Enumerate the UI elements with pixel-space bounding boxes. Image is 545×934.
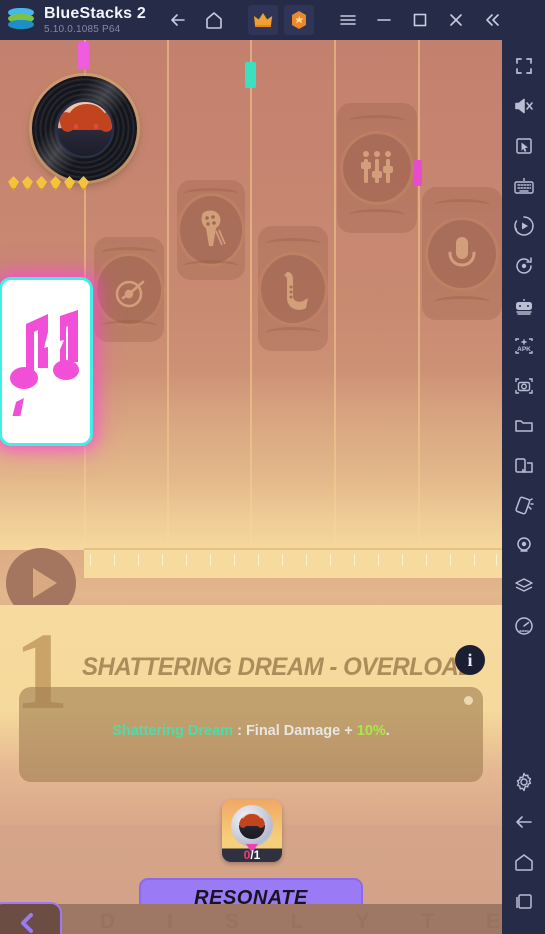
chevron-left-icon — [21, 913, 33, 933]
lane-tile-microphone[interactable] — [422, 187, 502, 320]
drum-icon — [115, 280, 145, 307]
settings-gear-icon[interactable] — [504, 762, 544, 802]
fullscreen-icon[interactable] — [504, 46, 544, 86]
star-gem — [64, 176, 75, 191]
character-portrait — [55, 99, 114, 158]
stage-info-panel: 1 SHATTERING DREAM - OVERLOAD i Shatteri… — [0, 605, 502, 825]
watermark-letter: I — [167, 910, 173, 933]
watermark-letter: S — [224, 910, 239, 933]
buff-name: Shattering Dream — [112, 723, 234, 739]
card-count: 0/1 — [222, 848, 282, 862]
location-icon[interactable] — [504, 526, 544, 566]
performance-meter-icon[interactable] — [504, 606, 544, 646]
character-vinyl-record[interactable] — [22, 66, 147, 191]
music-notes-lightning-icon[interactable] — [2, 280, 90, 443]
gamepad-icon[interactable] — [504, 286, 544, 326]
multi-instance-icon[interactable] — [504, 446, 544, 486]
note-marker-magenta-2 — [414, 160, 422, 186]
close-icon[interactable] — [438, 4, 474, 36]
title-block: BlueStacks 2 5.10.0.1085 P64 — [44, 4, 147, 35]
saxophone-icon — [284, 271, 308, 310]
star-gem — [36, 176, 47, 191]
shake-icon[interactable] — [504, 486, 544, 526]
timeline-ruler[interactable] — [84, 548, 502, 578]
bluestacks-sidebar: APK — [502, 40, 545, 934]
watermark-letter: D — [100, 910, 116, 933]
lane-tile-guitar[interactable] — [177, 180, 245, 280]
info-icon[interactable]: i — [455, 645, 485, 675]
android-home-icon[interactable] — [504, 842, 544, 882]
hamburger-menu-icon[interactable] — [330, 4, 366, 36]
watermark-letter: L — [290, 910, 304, 933]
lane-tile-saxophone[interactable] — [258, 226, 328, 351]
star-gem — [8, 176, 19, 191]
buff-separator: : — [233, 723, 246, 739]
panel-corner-dot — [464, 696, 473, 705]
home-icon[interactable] — [196, 4, 232, 36]
android-recents-icon[interactable] — [504, 882, 544, 922]
rotate-icon[interactable] — [504, 246, 544, 286]
watermark-letter: E — [485, 910, 500, 933]
hexagon-star-icon[interactable] — [284, 5, 315, 35]
watermark-letter: T — [421, 910, 435, 933]
android-back-icon[interactable] — [504, 802, 544, 842]
back-arrow-icon[interactable] — [160, 4, 196, 36]
buff-effect: Final Damage + — [245, 723, 357, 739]
install-apk-icon[interactable]: APK — [504, 326, 544, 366]
note-marker-cyan — [245, 62, 256, 88]
mute-icon[interactable] — [504, 86, 544, 126]
app-version: 5.10.0.1085 P64 — [44, 23, 121, 35]
star-rating — [8, 176, 118, 191]
star-gem — [78, 176, 89, 191]
selected-esper-card[interactable]: 0/1 — [222, 800, 282, 862]
game-viewport: 1 SHATTERING DREAM - OVERLOAD i Shatteri… — [0, 40, 502, 934]
app-title: BlueStacks 2 — [44, 4, 147, 22]
layers-icon[interactable] — [504, 566, 544, 606]
macro-record-icon[interactable] — [504, 206, 544, 246]
page-title: SHATTERING DREAM - OVERLOAD — [82, 653, 476, 681]
minimize-icon[interactable] — [366, 4, 402, 36]
screenshot-icon[interactable] — [504, 366, 544, 406]
titlebar: BlueStacks 2 5.10.0.1085 P64 — [0, 0, 545, 40]
lane-tile-drum[interactable] — [94, 237, 164, 342]
media-folder-icon[interactable] — [504, 406, 544, 446]
buff-value: 10% — [356, 723, 386, 739]
lane-tile-equalizer[interactable] — [337, 103, 417, 233]
bluestacks-logo — [8, 7, 34, 33]
card-count-max: 1 — [253, 848, 261, 862]
guitar-headstock-icon — [201, 210, 226, 246]
buff-description-text: Shattering Dream : Final Damage + 10%. — [19, 723, 483, 739]
star-gem — [50, 176, 61, 191]
maximize-icon[interactable] — [402, 4, 438, 36]
buff-description-box: Shattering Dream : Final Damage + 10%. — [19, 687, 483, 782]
microphone-icon — [448, 236, 476, 267]
keyboard-controls-icon[interactable] — [504, 166, 544, 206]
star-gem — [22, 176, 33, 191]
cursor-pointer-icon[interactable] — [504, 126, 544, 166]
watermark: D I S L Y T E — [100, 910, 500, 934]
crown-icon[interactable] — [248, 5, 279, 35]
buff-period: . — [385, 723, 390, 739]
equalizer-sliders-icon — [361, 151, 393, 183]
svg-text:APK: APK — [517, 346, 531, 353]
back-button[interactable] — [0, 902, 62, 934]
watermark-letter: Y — [355, 910, 370, 933]
double-chevron-left-icon[interactable] — [474, 4, 510, 36]
